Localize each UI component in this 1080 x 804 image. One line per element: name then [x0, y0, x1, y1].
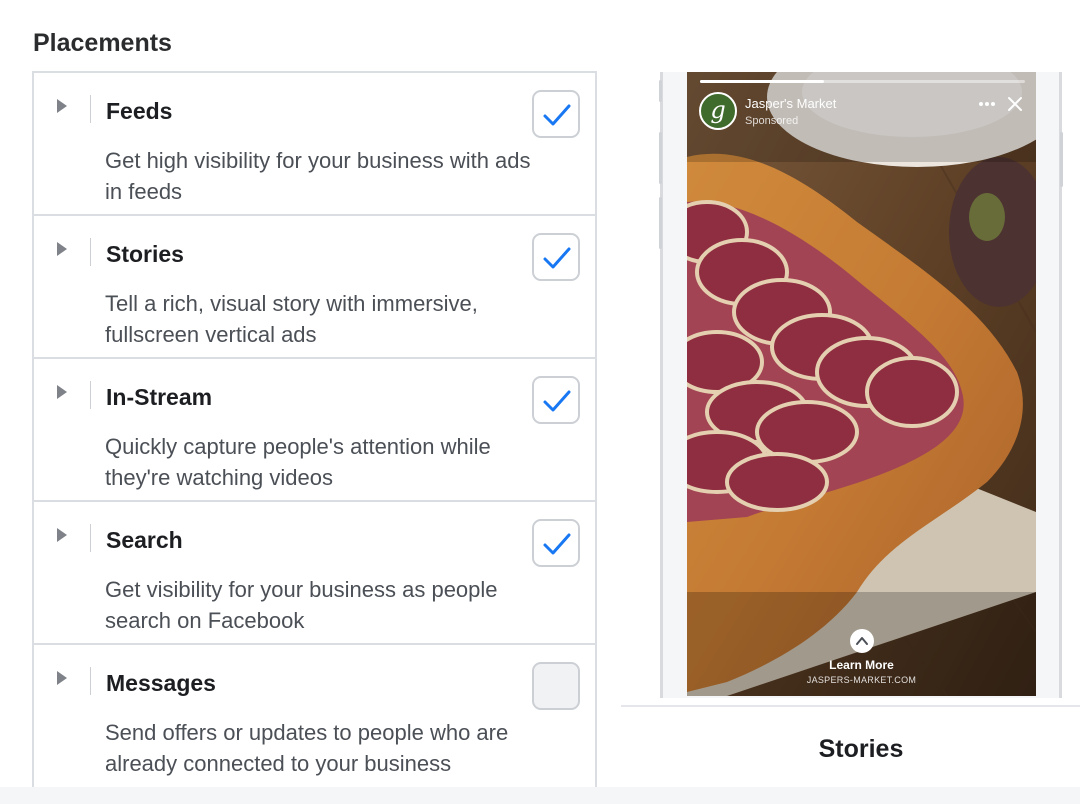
phone-side-button	[659, 80, 662, 102]
item-divider	[90, 238, 91, 266]
item-divider	[90, 381, 91, 409]
placement-item-search: Search Get visibility for your business …	[34, 502, 595, 645]
in-stream-checkbox[interactable]	[532, 376, 580, 424]
cta-url: JASPERS-MARKET.COM	[806, 675, 917, 685]
placement-title: Feeds	[106, 98, 173, 124]
placement-list: Feeds Get high visibility for your busin…	[32, 71, 597, 787]
expand-arrow-icon[interactable]	[56, 98, 68, 114]
placement-description: Send offers or updates to people who are…	[105, 720, 509, 776]
placement-title: Messages	[106, 670, 216, 696]
checkmark-icon	[543, 104, 571, 126]
item-divider	[90, 667, 91, 695]
cta-label[interactable]: Learn More	[687, 658, 1036, 672]
placement-description: Tell a rich, visual story with immersive…	[105, 291, 478, 347]
expand-arrow-icon[interactable]	[56, 670, 68, 686]
feeds-checkbox[interactable]	[532, 90, 580, 138]
story-progress-fill	[700, 80, 824, 83]
close-icon[interactable]	[1007, 96, 1023, 112]
bottom-band	[0, 787, 1080, 804]
learn-more-button[interactable]	[850, 629, 874, 653]
story-progress-bar	[700, 80, 1025, 83]
preview-caption: Stories	[818, 735, 904, 763]
expand-arrow-icon[interactable]	[56, 527, 68, 543]
phone-side-button	[1060, 132, 1063, 187]
phone-side-button	[659, 197, 662, 249]
checkmark-icon	[543, 247, 571, 269]
placement-title: In-Stream	[106, 384, 213, 410]
placement-description: Get visibility for your business as peop…	[105, 577, 498, 633]
page-title: Placements	[33, 29, 172, 57]
more-dots-icon[interactable]	[977, 94, 997, 114]
item-divider	[90, 95, 91, 123]
food-photo	[687, 72, 1036, 696]
checkmark-icon	[543, 390, 571, 412]
story-ad-screen[interactable]: g Jasper's Market Sponsored Learn More J…	[687, 72, 1036, 696]
brand-avatar[interactable]: g	[699, 92, 737, 130]
placement-item-stories: Stories Tell a rich, visual story with i…	[34, 216, 595, 359]
brand-name[interactable]: Jasper's Market	[745, 96, 836, 111]
placement-title: Search	[106, 527, 183, 553]
placement-item-feeds: Feeds Get high visibility for your busin…	[34, 73, 595, 216]
stories-checkbox[interactable]	[532, 233, 580, 281]
checkmark-icon	[543, 533, 571, 555]
preview-divider	[621, 705, 1080, 707]
chevron-up-icon	[856, 637, 868, 645]
search-checkbox[interactable]	[532, 519, 580, 567]
sponsored-label: Sponsored	[745, 115, 799, 127]
placement-description: Quickly capture people's attention while…	[105, 434, 491, 490]
expand-arrow-icon[interactable]	[56, 241, 68, 257]
placement-title: Stories	[106, 241, 184, 267]
placement-description: Get high visibility for your business wi…	[105, 148, 531, 204]
story-preview-phone: g Jasper's Market Sponsored Learn More J…	[659, 72, 1063, 698]
expand-arrow-icon[interactable]	[56, 384, 68, 400]
phone-side-button	[659, 132, 662, 184]
placement-item-in-stream: In-Stream Quickly capture people's atten…	[34, 359, 595, 502]
item-divider	[90, 524, 91, 552]
messages-checkbox[interactable]	[532, 662, 580, 710]
placement-item-messages: Messages Send offers or updates to peopl…	[34, 645, 595, 788]
